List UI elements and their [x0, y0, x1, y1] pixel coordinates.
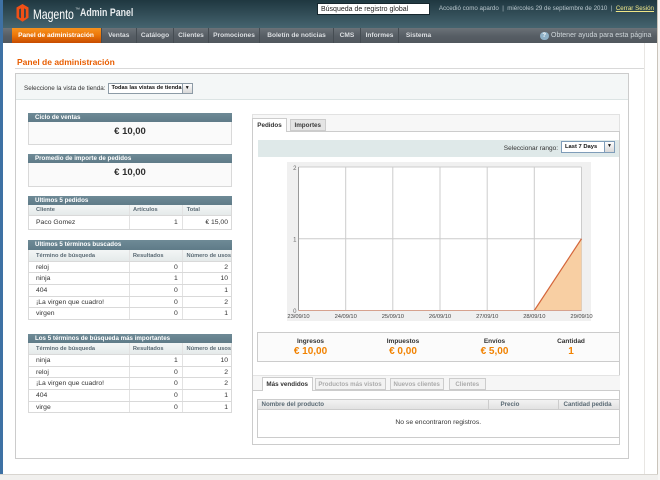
svg-text:25/09/10: 25/09/10 — [382, 314, 404, 320]
svg-text:26/09/10: 26/09/10 — [429, 314, 451, 320]
svg-text:28/09/10: 28/09/10 — [523, 314, 545, 320]
svg-text:29/09/10: 29/09/10 — [570, 314, 592, 320]
svg-text:24/09/10: 24/09/10 — [335, 314, 357, 320]
svg-text:27/09/10: 27/09/10 — [476, 314, 498, 320]
svg-text:23/09/10: 23/09/10 — [287, 314, 309, 320]
